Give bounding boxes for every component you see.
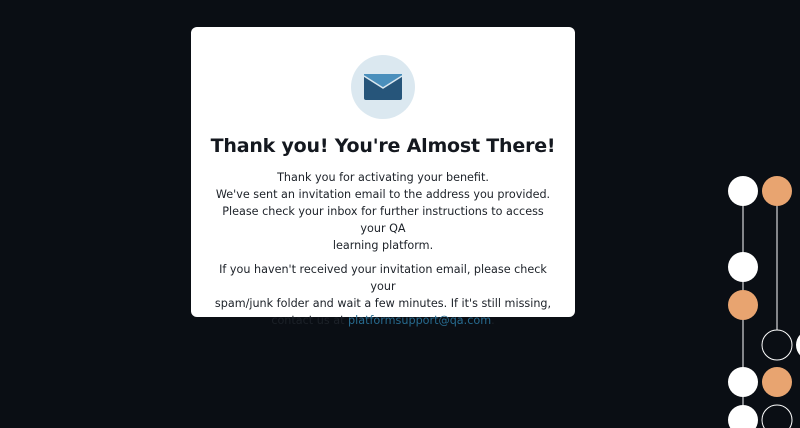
deco-circle-outline — [761, 404, 793, 428]
page-title: Thank you! You're Almost There! — [210, 135, 556, 157]
activation-message: Thank you for activating your benefit. W… — [215, 171, 551, 252]
deco-circle-white — [796, 334, 800, 356]
deco-circle-white — [728, 252, 758, 282]
confirmation-card: Thank you! You're Almost There! Thank yo… — [191, 27, 575, 327]
support-message: If you haven't received your invitation … — [214, 263, 552, 327]
message-body: Thank you for activating your benefit. W… — [211, 169, 555, 336]
deco-circle-white — [728, 367, 758, 397]
page: Thank you! You're Almost There! Thank yo… — [0, 0, 800, 428]
deco-circle-orange — [762, 367, 792, 397]
envelope-icon — [351, 55, 415, 119]
deco-circle-orange — [762, 176, 792, 206]
deco-circle-white — [728, 176, 758, 206]
deco-circle-outline — [761, 329, 793, 361]
deco-circle-white — [728, 405, 758, 428]
deco-circle-orange — [728, 290, 758, 320]
support-email-link[interactable]: platformsupport@qa.com — [348, 314, 491, 327]
decorative-circles — [728, 176, 800, 428]
